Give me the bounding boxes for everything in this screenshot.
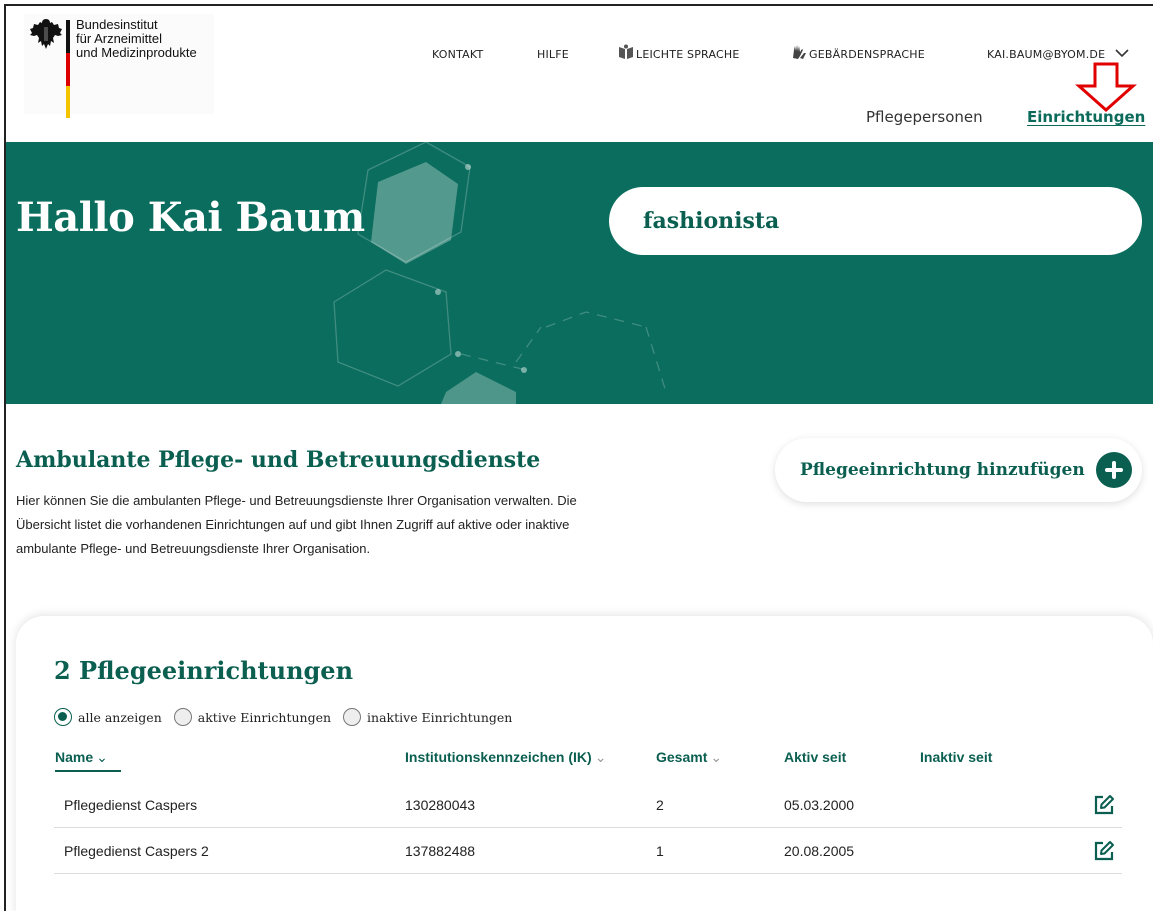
hexagon-pattern	[333, 142, 667, 404]
hands-icon	[793, 45, 806, 59]
nav-gebaerdensprache-label: GEBÄRDENSPRACHE	[809, 48, 925, 61]
column-header-name-label: Name	[55, 749, 94, 765]
nav-hilfe-link[interactable]: HILFE	[537, 48, 569, 61]
facility-list-card: 2 Pflegeeinrichtungen alle anzeigen akti…	[16, 616, 1153, 911]
column-header-inaktiv-seit: Inaktiv seit	[920, 749, 993, 765]
site-header: Bundesinstitut für Arzneimittel und Medi…	[6, 6, 1153, 142]
plus-circle-icon	[1096, 452, 1132, 488]
greeting-heading: Hallo Kai Baum	[16, 194, 365, 241]
filter-all-label: alle anzeigen	[78, 709, 162, 725]
cell-name: Pflegedienst Caspers	[64, 797, 198, 813]
user-email: KAI.BAUM@BYOM.DE	[987, 48, 1106, 61]
radio-empty-icon	[343, 708, 362, 726]
logo-line: Bundesinstitut	[76, 17, 158, 32]
cell-aktiv-seit: 05.03.2000	[784, 797, 855, 813]
add-facility-button[interactable]: Pflegeeinrichtung hinzufügen	[775, 438, 1142, 502]
filter-active-radio[interactable]: aktive Einrichtungen	[173, 708, 332, 726]
section-description: Hier können Sie die ambulanten Pflege- u…	[16, 489, 716, 561]
filter-active-label: aktive Einrichtungen	[197, 709, 332, 725]
user-menu[interactable]: KAI.BAUM@BYOM.DE	[987, 48, 1131, 61]
column-header-ik[interactable]: Institutionskennzeichen (IK) ⌄	[405, 749, 606, 766]
search-input[interactable]: fashionista	[609, 187, 1142, 255]
cell-ik: 130280043	[405, 797, 476, 813]
column-header-aktiv-seit: Aktiv seit	[784, 749, 847, 765]
filter-all-radio[interactable]: alle anzeigen	[54, 708, 162, 726]
nav-leichte-sprache-label: LEICHTE SPRACHE	[636, 48, 740, 61]
chevron-down-icon: ⌄	[594, 749, 607, 765]
table-row[interactable]: Pflegedienst Caspers 130280043 2 05.03.2…	[54, 782, 1122, 828]
book-icon	[619, 44, 633, 59]
cell-aktiv-seit: 20.08.2005	[784, 843, 855, 859]
description-line: Hier können Sie die ambulanten Pflege- u…	[16, 493, 577, 508]
cell-ik: 137882488	[405, 843, 476, 859]
nav-leichte-sprache-link[interactable]: LEICHTE SPRACHE	[618, 44, 740, 61]
logo-line: für Arzneimittel	[76, 31, 162, 46]
edit-icon[interactable]	[1093, 840, 1115, 862]
sort-active-underline	[55, 770, 121, 772]
radio-selected-icon	[54, 708, 72, 726]
radio-empty-icon	[173, 708, 192, 726]
chevron-down-icon: ⌄	[710, 749, 723, 765]
cell-gesamt: 2	[656, 797, 664, 813]
page-frame: Bundesinstitut für Arzneimittel und Medi…	[4, 4, 1153, 911]
filter-radio-group: alle anzeigen aktive Einrichtungen inakt…	[54, 708, 524, 726]
column-header-gesamt[interactable]: Gesamt ⌄	[656, 749, 722, 766]
filter-inactive-label: inaktive Einrichtungen	[367, 709, 513, 725]
facility-count-heading: 2 Pflegeeinrichtungen	[54, 656, 354, 685]
nav-gebaerdensprache-link[interactable]: GEBÄRDENSPRACHE	[791, 44, 925, 61]
add-facility-label: Pflegeeinrichtung hinzufügen	[800, 460, 1085, 480]
tab-pflegepersonen[interactable]: Pflegepersonen	[866, 108, 983, 126]
red-down-arrow	[1075, 62, 1137, 112]
filter-inactive-radio[interactable]: inaktive Einrichtungen	[343, 708, 512, 726]
cell-name: Pflegedienst Caspers 2	[64, 843, 209, 859]
chevron-down-icon: ⌄	[96, 749, 108, 765]
cell-gesamt: 1	[656, 843, 664, 859]
logo-wordmark: Bundesinstitut für Arzneimittel und Medi…	[76, 18, 197, 60]
chevron-down-icon	[1115, 49, 1129, 58]
hero-banner: Hallo Kai Baum fashionista	[6, 142, 1153, 404]
column-header-name[interactable]: Name ⌄	[55, 749, 108, 766]
search-input-value: fashionista	[643, 208, 780, 234]
federal-eagle-icon	[30, 19, 62, 49]
edit-icon[interactable]	[1093, 794, 1115, 816]
german-flag-bar	[66, 20, 70, 118]
section-heading: Ambulante Pflege- und Betreuungsdienste	[16, 447, 541, 473]
logo-line: und Medizinprodukte	[76, 45, 197, 60]
description-line: Übersicht listet die vorhandenen Einrich…	[16, 517, 570, 532]
description-line: ambulante Pflege- und Betreuungsdienste …	[16, 541, 371, 556]
table-row[interactable]: Pflegedienst Caspers 2 137882488 1 20.08…	[54, 828, 1122, 874]
column-header-gesamt-label: Gesamt	[656, 749, 708, 765]
nav-kontakt-link[interactable]: KONTAKT	[432, 48, 483, 61]
bfarm-logo[interactable]: Bundesinstitut für Arzneimittel und Medi…	[24, 14, 214, 118]
tab-einrichtungen[interactable]: Einrichtungen	[1027, 108, 1145, 126]
column-header-ik-label: Institutionskennzeichen (IK)	[405, 749, 592, 765]
